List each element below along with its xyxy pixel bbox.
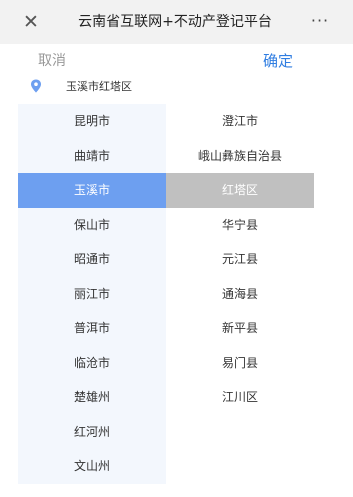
location-pin-icon <box>31 79 41 93</box>
city-item[interactable]: 玉溪市 <box>18 173 166 208</box>
title-bar: ✕ 云南省互联网+不动产登记平台 ··· <box>0 0 353 44</box>
district-item[interactable]: 通海县 <box>166 277 314 312</box>
district-item[interactable]: 江川区 <box>166 380 314 415</box>
district-item[interactable]: 澄江市 <box>166 104 314 139</box>
city-item[interactable]: 红河州 <box>18 415 166 450</box>
picker-action-bar: 取消 确定 <box>0 44 353 74</box>
district-item[interactable]: 华宁县 <box>166 208 314 243</box>
district-item[interactable]: 红塔区 <box>166 173 314 208</box>
confirm-button[interactable]: 确定 <box>263 50 293 71</box>
district-item[interactable]: 峨山彝族自治县 <box>166 139 314 174</box>
selected-region: 玉溪市红塔区 <box>0 76 353 98</box>
page-title: 云南省互联网+不动产登记平台 <box>78 14 272 30</box>
city-item[interactable]: 曲靖市 <box>18 139 166 174</box>
city-item[interactable]: 临沧市 <box>18 346 166 381</box>
district-item[interactable]: 新平县 <box>166 311 314 346</box>
city-item[interactable]: 昭通市 <box>18 242 166 277</box>
cancel-button[interactable]: 取消 <box>38 50 66 70</box>
district-item[interactable]: 元江县 <box>166 242 314 277</box>
district-list: 澄江市 峨山彝族自治县 红塔区 华宁县 元江县 通海县 新平县 易门县 江川区 <box>166 104 314 484</box>
city-item[interactable]: 保山市 <box>18 208 166 243</box>
city-item[interactable]: 昆明市 <box>18 104 166 139</box>
city-item[interactable]: 丽江市 <box>18 277 166 312</box>
selected-region-text: 玉溪市红塔区 <box>66 80 132 93</box>
close-icon[interactable]: ✕ <box>21 12 41 32</box>
district-item[interactable]: 易门县 <box>166 346 314 381</box>
city-item[interactable]: 普洱市 <box>18 311 166 346</box>
more-icon[interactable]: ··· <box>307 12 333 32</box>
city-item[interactable]: 楚雄州 <box>18 380 166 415</box>
city-item[interactable]: 文山州 <box>18 449 166 484</box>
city-list: 昆明市 曲靖市 玉溪市 保山市 昭通市 丽江市 普洱市 临沧市 楚雄州 红河州 文山州 <box>18 104 166 484</box>
